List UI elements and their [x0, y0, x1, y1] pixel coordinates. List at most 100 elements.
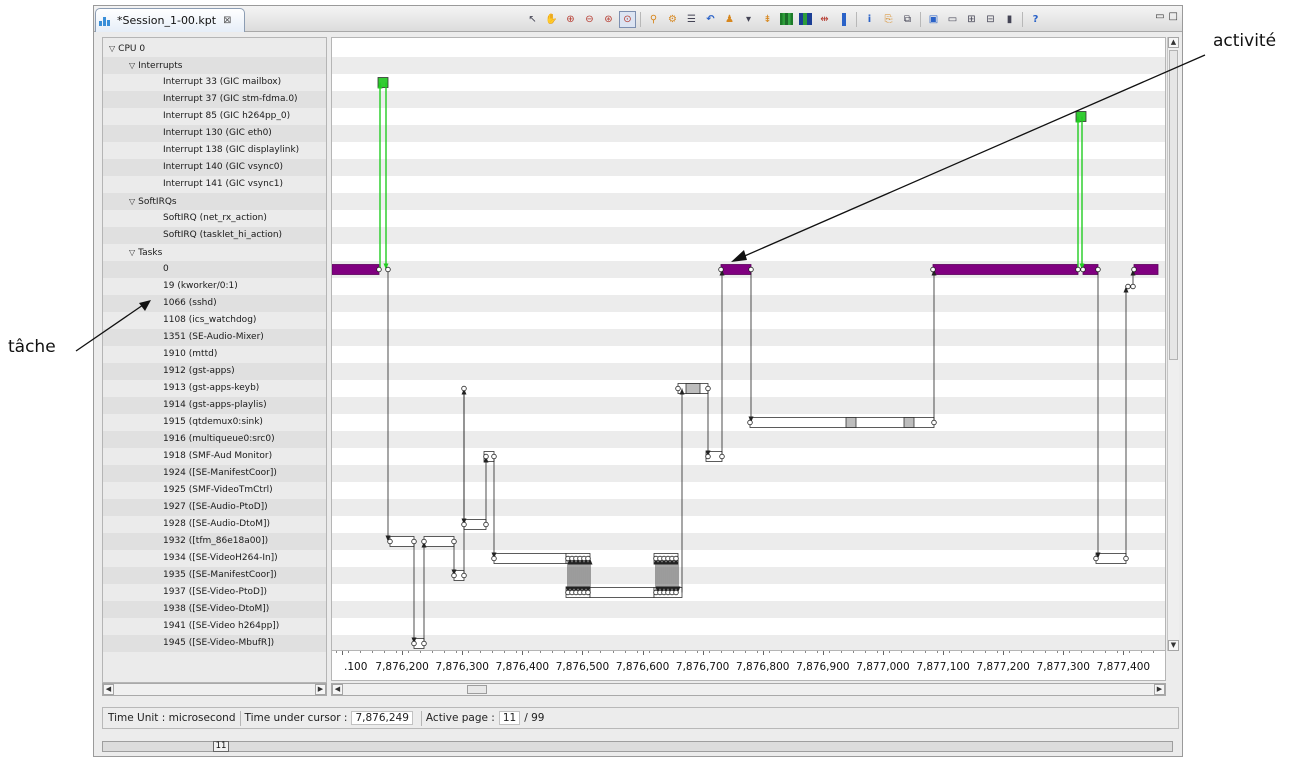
page-slider[interactable]: 11 — [102, 741, 1173, 752]
info-icon[interactable]: i — [861, 11, 878, 28]
tab-title: *Session_1-00.kpt — [117, 14, 217, 27]
tree-row[interactable]: Interrupt 140 (GIC vsync0) — [103, 159, 326, 176]
scroll-right-icon[interactable]: ▶ — [1154, 684, 1165, 695]
close-tab-icon[interactable]: ⊠ — [223, 15, 231, 26]
graph-alt-icon[interactable] — [797, 11, 814, 28]
ruler-label: .100 — [344, 661, 368, 673]
zoom-in-icon[interactable]: ⊕ — [562, 11, 579, 28]
maximize-icon[interactable]: □ — [1169, 11, 1178, 22]
window-icon[interactable]: ▭ — [944, 11, 961, 28]
scroll-down-icon[interactable]: ▼ — [1168, 640, 1179, 651]
tree-row[interactable]: 1934 ([SE-VideoH264-In]) — [103, 550, 326, 567]
zoom-select-icon[interactable]: ⊙ — [619, 10, 636, 28]
tree-row[interactable]: 0 — [103, 261, 326, 278]
tree-row[interactable]: Interrupt 141 (GIC vsync1) — [103, 176, 326, 193]
scroll-left-icon[interactable]: ◀ — [103, 684, 114, 695]
ruler-label: 7,877,100 — [916, 661, 970, 673]
zoom-out-icon[interactable]: ⊖ — [581, 11, 598, 28]
split-icon[interactable]: ⇹ — [816, 11, 833, 28]
scroll-up-icon[interactable]: ▲ — [1168, 37, 1179, 48]
timeline-horizontal-scrollbar[interactable]: ◀ ▶ — [331, 683, 1166, 696]
scroll-right-icon[interactable]: ▶ — [315, 684, 326, 695]
timeline-row-band — [332, 329, 1165, 346]
tree-row[interactable]: 1927 ([SE-Audio-PtoD]) — [103, 499, 326, 516]
tree-row-label: 1916 (multiqueue0:src0) — [163, 434, 275, 444]
ruler-minor-tick — [480, 651, 482, 653]
state-bar — [903, 417, 915, 428]
arrow-pointer-icon[interactable]: ↖ — [524, 11, 541, 28]
filter-edit-icon[interactable]: ⚙ — [664, 11, 681, 28]
timeline-canvas[interactable] — [332, 38, 1166, 651]
filter-icon[interactable]: ⚲ — [645, 11, 662, 28]
tree-row[interactable]: 1910 (mttd) — [103, 346, 326, 363]
tree-row[interactable]: SoftIRQ (tasklet_hi_action) — [103, 227, 326, 244]
timeline-vertical-scrollbar[interactable]: ▲ ▼ — [1167, 37, 1179, 651]
tree-row[interactable]: ▽ Interrupts — [103, 57, 326, 74]
vertical-scroll-thumb[interactable] — [1169, 50, 1178, 360]
event-marker — [387, 538, 393, 545]
layout-icon[interactable]: ⊟ — [982, 11, 999, 28]
tree-row[interactable]: 1915 (qtdemux0:sink) — [103, 414, 326, 431]
tree-row[interactable]: Interrupt 138 (GIC displaylink) — [103, 142, 326, 159]
timeline-panel[interactable] — [331, 37, 1166, 651]
tree-row[interactable]: SoftIRQ (net_rx_action) — [103, 210, 326, 227]
tree-row[interactable]: Interrupt 85 (GIC h264pp_0) — [103, 108, 326, 125]
active-page-field[interactable]: 11 — [498, 711, 521, 725]
tree-row[interactable]: 1938 ([SE-Video-DtoM]) — [103, 601, 326, 618]
tree-row[interactable]: Interrupt 130 (GIC eth0) — [103, 125, 326, 142]
tree-row-label: 1351 (SE-Audio-Mixer) — [163, 332, 264, 342]
expand-toggle-icon[interactable]: ▽ — [129, 197, 135, 206]
tree-row[interactable]: ▽ Tasks — [103, 244, 326, 261]
tree-row[interactable]: 1935 ([SE-ManifestCoor]) — [103, 567, 326, 584]
graph-icon[interactable] — [778, 11, 795, 28]
export-icon[interactable]: ⎘ — [880, 11, 897, 28]
dropdown-icon[interactable]: ▾ — [740, 11, 757, 28]
expand-icon[interactable]: ⇟ — [759, 11, 776, 28]
tiles-icon[interactable]: ⊞ — [963, 11, 980, 28]
tree-row[interactable]: 19 (kworker/0:1) — [103, 278, 326, 295]
tree-row[interactable]: 1928 ([SE-Audio-DtoM]) — [103, 516, 326, 533]
tree-row[interactable]: 1351 (SE-Audio-Mixer) — [103, 329, 326, 346]
tree-row[interactable]: 1916 (multiqueue0:src0) — [103, 431, 326, 448]
tree-row[interactable]: 1932 ([tfm_86e18a00]) — [103, 533, 326, 550]
tree-row[interactable]: 1918 (SMF-Aud Monitor) — [103, 448, 326, 465]
expand-toggle-icon[interactable]: ▽ — [109, 44, 115, 53]
event-marker — [491, 555, 497, 562]
tree-row[interactable]: Interrupt 33 (GIC mailbox) — [103, 74, 326, 91]
vertical-bar-icon[interactable] — [835, 11, 852, 28]
bar-chart-icon[interactable]: ▮ — [1001, 11, 1018, 28]
hand-pan-icon[interactable]: ✋ — [543, 11, 560, 28]
tree-row[interactable]: 1912 (gst-apps) — [103, 363, 326, 380]
tree-row[interactable]: 1941 ([SE-Video h264pp]) — [103, 618, 326, 635]
tree-row[interactable]: 1925 (SMF-VideoTmCtrl) — [103, 482, 326, 499]
page-slider-thumb[interactable]: 11 — [213, 741, 229, 752]
undo-icon[interactable]: ↶ — [702, 11, 719, 28]
expand-toggle-icon[interactable]: ▽ — [129, 61, 135, 70]
help-icon[interactable]: ? — [1027, 11, 1044, 28]
session-tab[interactable]: *Session_1-00.kpt ⊠ — [95, 8, 245, 32]
copy-icon[interactable]: ⧉ — [899, 11, 916, 28]
horizontal-scroll-thumb[interactable] — [467, 685, 487, 694]
expand-toggle-icon[interactable]: ▽ — [129, 248, 135, 257]
tree-row[interactable]: 1945 ([SE-Video-MbufR]) — [103, 635, 326, 652]
user-icon[interactable]: ♟ — [721, 11, 738, 28]
tree-row[interactable]: ▽ CPU 0 — [103, 40, 326, 57]
tree-row[interactable]: 1108 (ics_watchdog) — [103, 312, 326, 329]
tree-row[interactable]: 1066 (sshd) — [103, 295, 326, 312]
tree-row[interactable]: ▽ SoftIRQs — [103, 193, 326, 210]
settings-icon[interactable]: ▣ — [925, 11, 942, 28]
ruler-minor-tick — [624, 651, 626, 653]
ruler-minor-tick — [744, 651, 746, 653]
event-marker — [451, 538, 457, 545]
tree-horizontal-scrollbar[interactable]: ◀ ▶ — [102, 683, 327, 696]
minimize-icon[interactable]: ▭ — [1155, 11, 1164, 22]
tree-row[interactable]: 1937 ([SE-Video-PtoD]) — [103, 584, 326, 601]
scroll-left-icon[interactable]: ◀ — [332, 684, 343, 695]
ruler-minor-tick — [384, 651, 386, 653]
tree-row[interactable]: Interrupt 37 (GIC stm-fdma.0) — [103, 91, 326, 108]
zoom-fit-icon[interactable]: ⊛ — [600, 11, 617, 28]
list-icon[interactable]: ☰ — [683, 11, 700, 28]
tree-row[interactable]: 1914 (gst-apps-playlis) — [103, 397, 326, 414]
tree-row[interactable]: 1924 ([SE-ManifestCoor]) — [103, 465, 326, 482]
tree-row[interactable]: 1913 (gst-apps-keyb) — [103, 380, 326, 397]
